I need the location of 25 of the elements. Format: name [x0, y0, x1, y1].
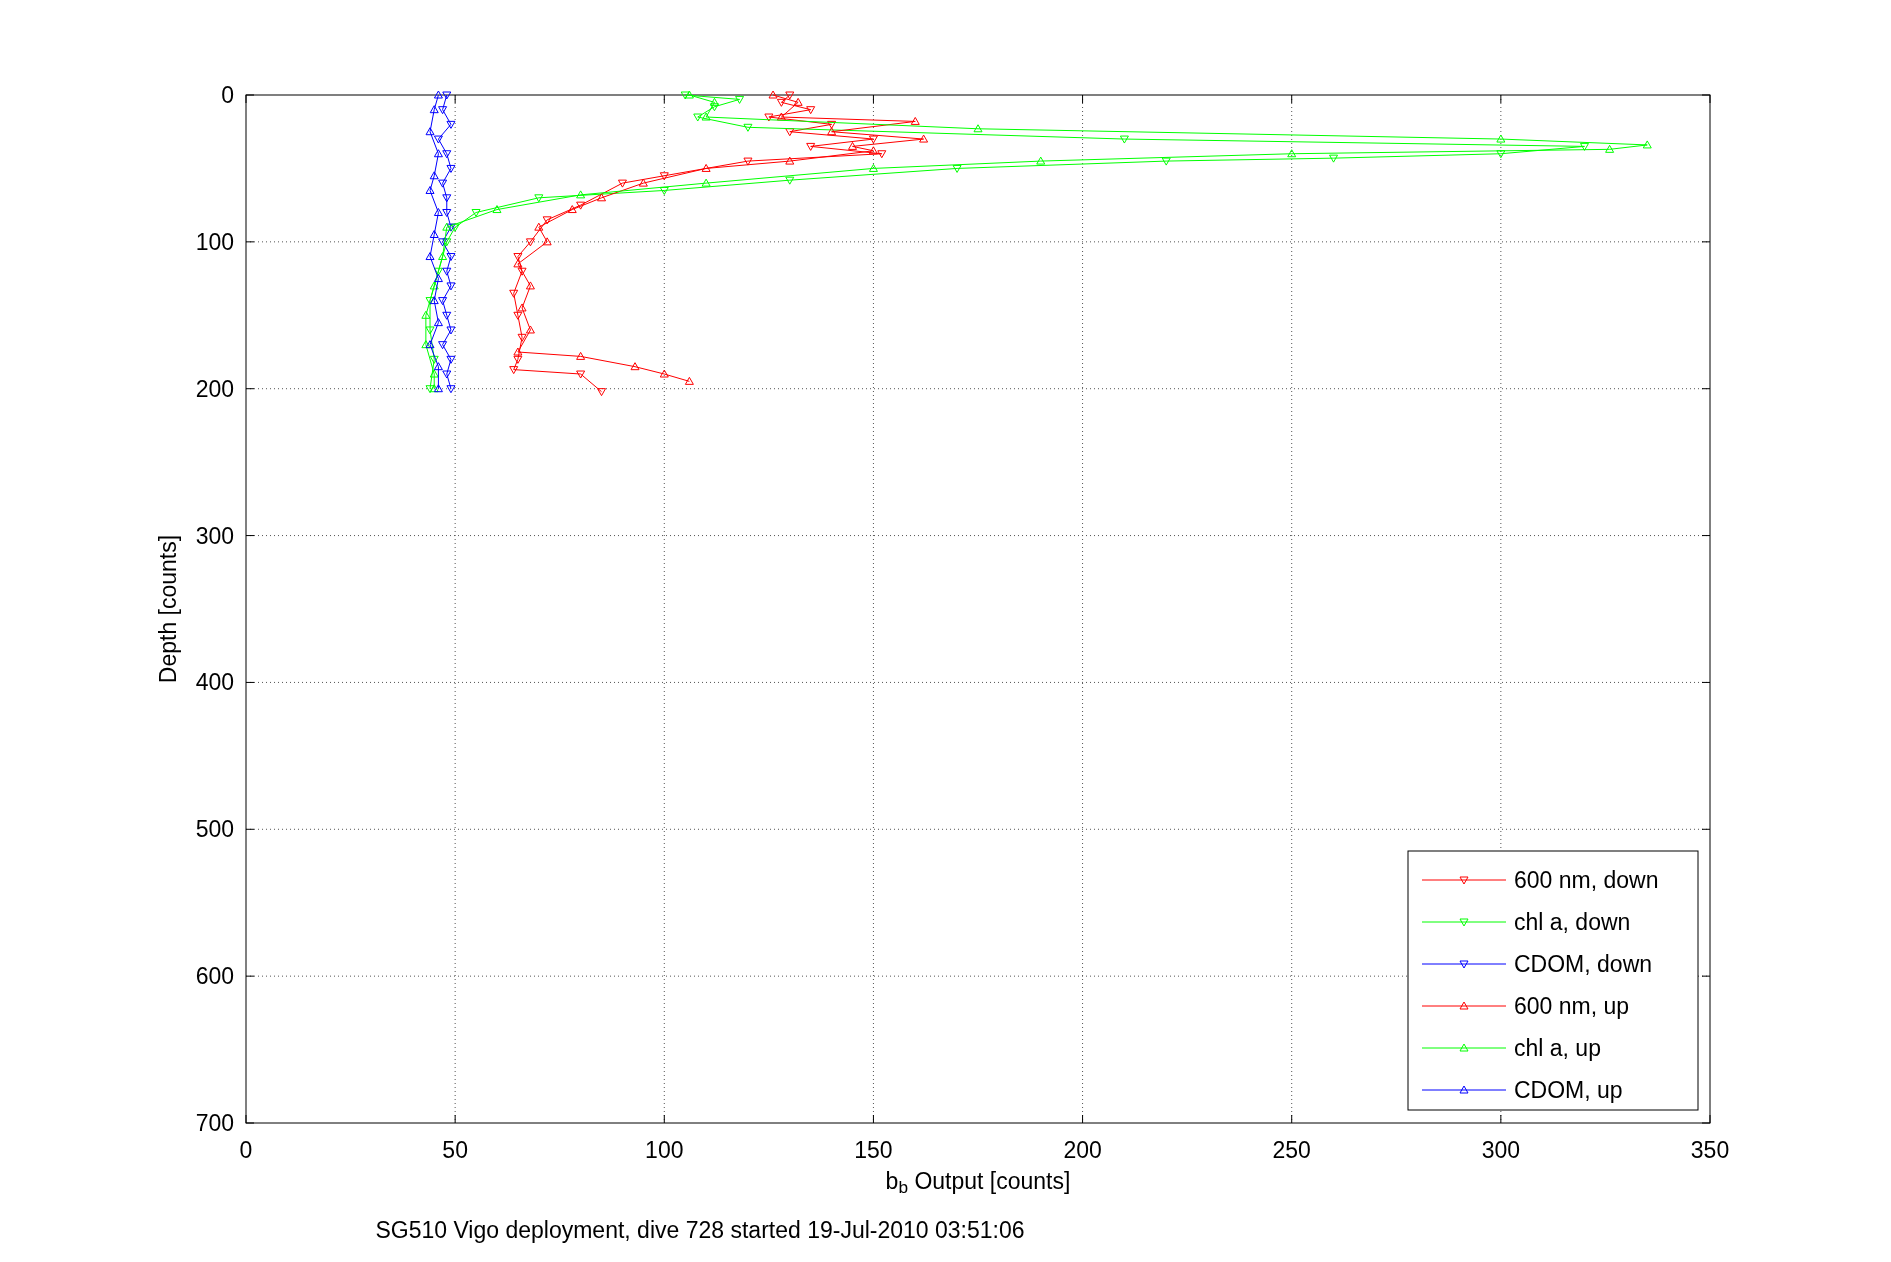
y-tick-label: 0 — [221, 82, 234, 108]
x-tick-label: 50 — [442, 1137, 468, 1163]
legend-label: chl a, down — [1514, 909, 1631, 935]
x-tick-label: 200 — [1063, 1137, 1102, 1163]
x-tick-label: 0 — [239, 1137, 253, 1163]
x-tick-label: 250 — [1272, 1137, 1311, 1163]
figure-caption: SG510 Vigo deployment, dive 728 started 19-Jul-2010 03:51:06 — [375, 1217, 1025, 1243]
x-tick-label: 150 — [854, 1137, 893, 1163]
y-tick-label: 700 — [195, 1110, 234, 1136]
y-tick-label: 300 — [195, 522, 234, 549]
y-tick-label: 500 — [195, 816, 234, 843]
y-axis-label: Depth [counts] — [155, 534, 181, 684]
y-tick-label: 100 — [195, 228, 234, 255]
legend-label: 600 nm, up — [1514, 993, 1630, 1019]
y-tick-label: 600 — [195, 963, 234, 990]
y-tick-label: 200 — [195, 375, 234, 402]
legend-label: 600 nm, down — [1514, 867, 1659, 893]
x-tick-label: 300 — [1481, 1137, 1521, 1163]
y-tick-label: 400 — [195, 669, 234, 696]
legend-label: chl a, up — [1514, 1035, 1601, 1061]
x-tick-label: 100 — [645, 1137, 684, 1163]
x-axis-label: b$_{b}$ Output [counts] — [885, 1170, 1071, 1193]
x-tick-label: 350 — [1690, 1137, 1730, 1163]
legend-label: CDOM, up — [1514, 1077, 1623, 1103]
legend-label: CDOM, down — [1514, 951, 1653, 977]
